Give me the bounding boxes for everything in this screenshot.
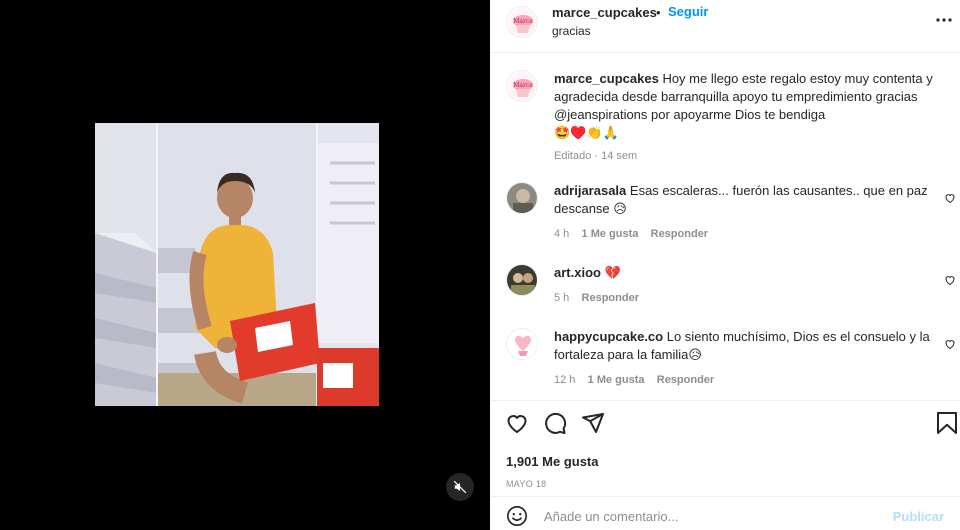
heart-icon[interactable] [944,192,956,204]
heart-icon [507,415,527,434]
header-divider [490,52,960,53]
comment-text: 💔 [604,265,621,280]
comment-username[interactable]: art.xioo [554,265,601,280]
caption-emojis: 🤩♥️👏🙏 [554,125,619,140]
comment-meta: 4 h 1 Me gusta Responder [554,228,934,240]
speaker-muted-icon [453,480,467,494]
heart-icon[interactable] [944,274,956,286]
post-video[interactable] [95,123,379,406]
comment-username[interactable]: adrijarasala [554,183,626,198]
comment-likes[interactable]: 1 Me gusta [582,228,639,240]
header-subtitle[interactable]: gracias [552,24,591,38]
caption-text-block: marce_cupcakes Hoy me llego este regalo … [554,70,949,142]
comment-text-block: happycupcake.co Lo siento muchísimo, Dio… [554,328,934,364]
instagram-post-modal: Marce marce_cupcakes • Seguir gracias Ma… [0,0,960,530]
save-button[interactable] [934,410,960,436]
reply-button[interactable]: Responder [651,228,708,240]
avatar[interactable] [506,328,538,360]
reply-button[interactable]: Responder [657,374,714,386]
publish-button[interactable]: Publicar [893,509,944,524]
svg-text:Marce: Marce [513,18,533,25]
comment-input[interactable] [544,505,884,527]
avatar[interactable] [506,182,538,214]
comment-body: happycupcake.co Lo siento muchísimo, Dio… [554,328,934,386]
heart-icon[interactable] [944,338,956,350]
header-separator: • [656,5,661,20]
happycupcake-logo-icon [508,330,537,359]
post-date[interactable]: MAYO 18 [506,479,546,489]
comment-body: adrijarasala Esas escaleras... fuerón la… [554,182,934,240]
avatar[interactable]: Marce [506,6,538,38]
comment-time[interactable]: 4 h [554,228,569,240]
like-button[interactable] [504,410,530,436]
emoji-icon[interactable] [506,505,528,527]
avatar[interactable]: Marce [506,70,538,102]
add-comment-bar: Publicar [490,500,960,530]
share-button[interactable] [580,410,606,436]
comment-box-divider [490,496,960,497]
comment-text-block: art.xioo 💔 [554,264,934,282]
more-options-button[interactable] [936,12,952,28]
share-icon [582,413,604,433]
post-side-panel: Marce marce_cupcakes • Seguir gracias Ma… [490,0,960,530]
user-photo-icon [507,183,537,213]
bookmark-icon [937,412,957,434]
svg-text:Marce: Marce [513,82,533,89]
caption-body: marce_cupcakes Hoy me llego este regalo … [554,70,949,162]
post-header: Marce marce_cupcakes • Seguir gracias [490,0,960,52]
comment-username[interactable]: happycupcake.co [554,329,663,344]
reply-button[interactable]: Responder [582,292,639,304]
header-username[interactable]: marce_cupcakes [552,5,657,20]
comment-text-block: adrijarasala Esas escaleras... fuerón la… [554,182,934,218]
comment-body: art.xioo 💔 5 h Responder [554,264,934,304]
avatar[interactable] [506,264,538,296]
comment-time[interactable]: 5 h [554,292,569,304]
media-area [0,0,490,530]
comment-meta: 5 h Responder [554,292,934,304]
comment-time[interactable]: 12 h [554,374,575,386]
post-actions [490,410,960,442]
caption-meta: Editado · 14 sem [554,150,638,162]
actions-divider [490,400,960,401]
caption-username[interactable]: marce_cupcakes [554,71,659,86]
cupcake-logo-icon: Marce [508,8,537,37]
likes-count[interactable]: 1,901 Me gusta [506,454,599,469]
comment-icon [545,412,567,434]
cupcake-logo-icon: Marce [508,72,537,101]
comment-meta: 12 h 1 Me gusta Responder [554,374,934,386]
more-options-icon [936,18,952,22]
user-photo-icon [507,265,537,295]
follow-button[interactable]: Seguir [668,4,708,19]
comment-button[interactable] [542,410,568,436]
mute-button[interactable] [446,473,474,501]
comment-likes[interactable]: 1 Me gusta [588,374,645,386]
